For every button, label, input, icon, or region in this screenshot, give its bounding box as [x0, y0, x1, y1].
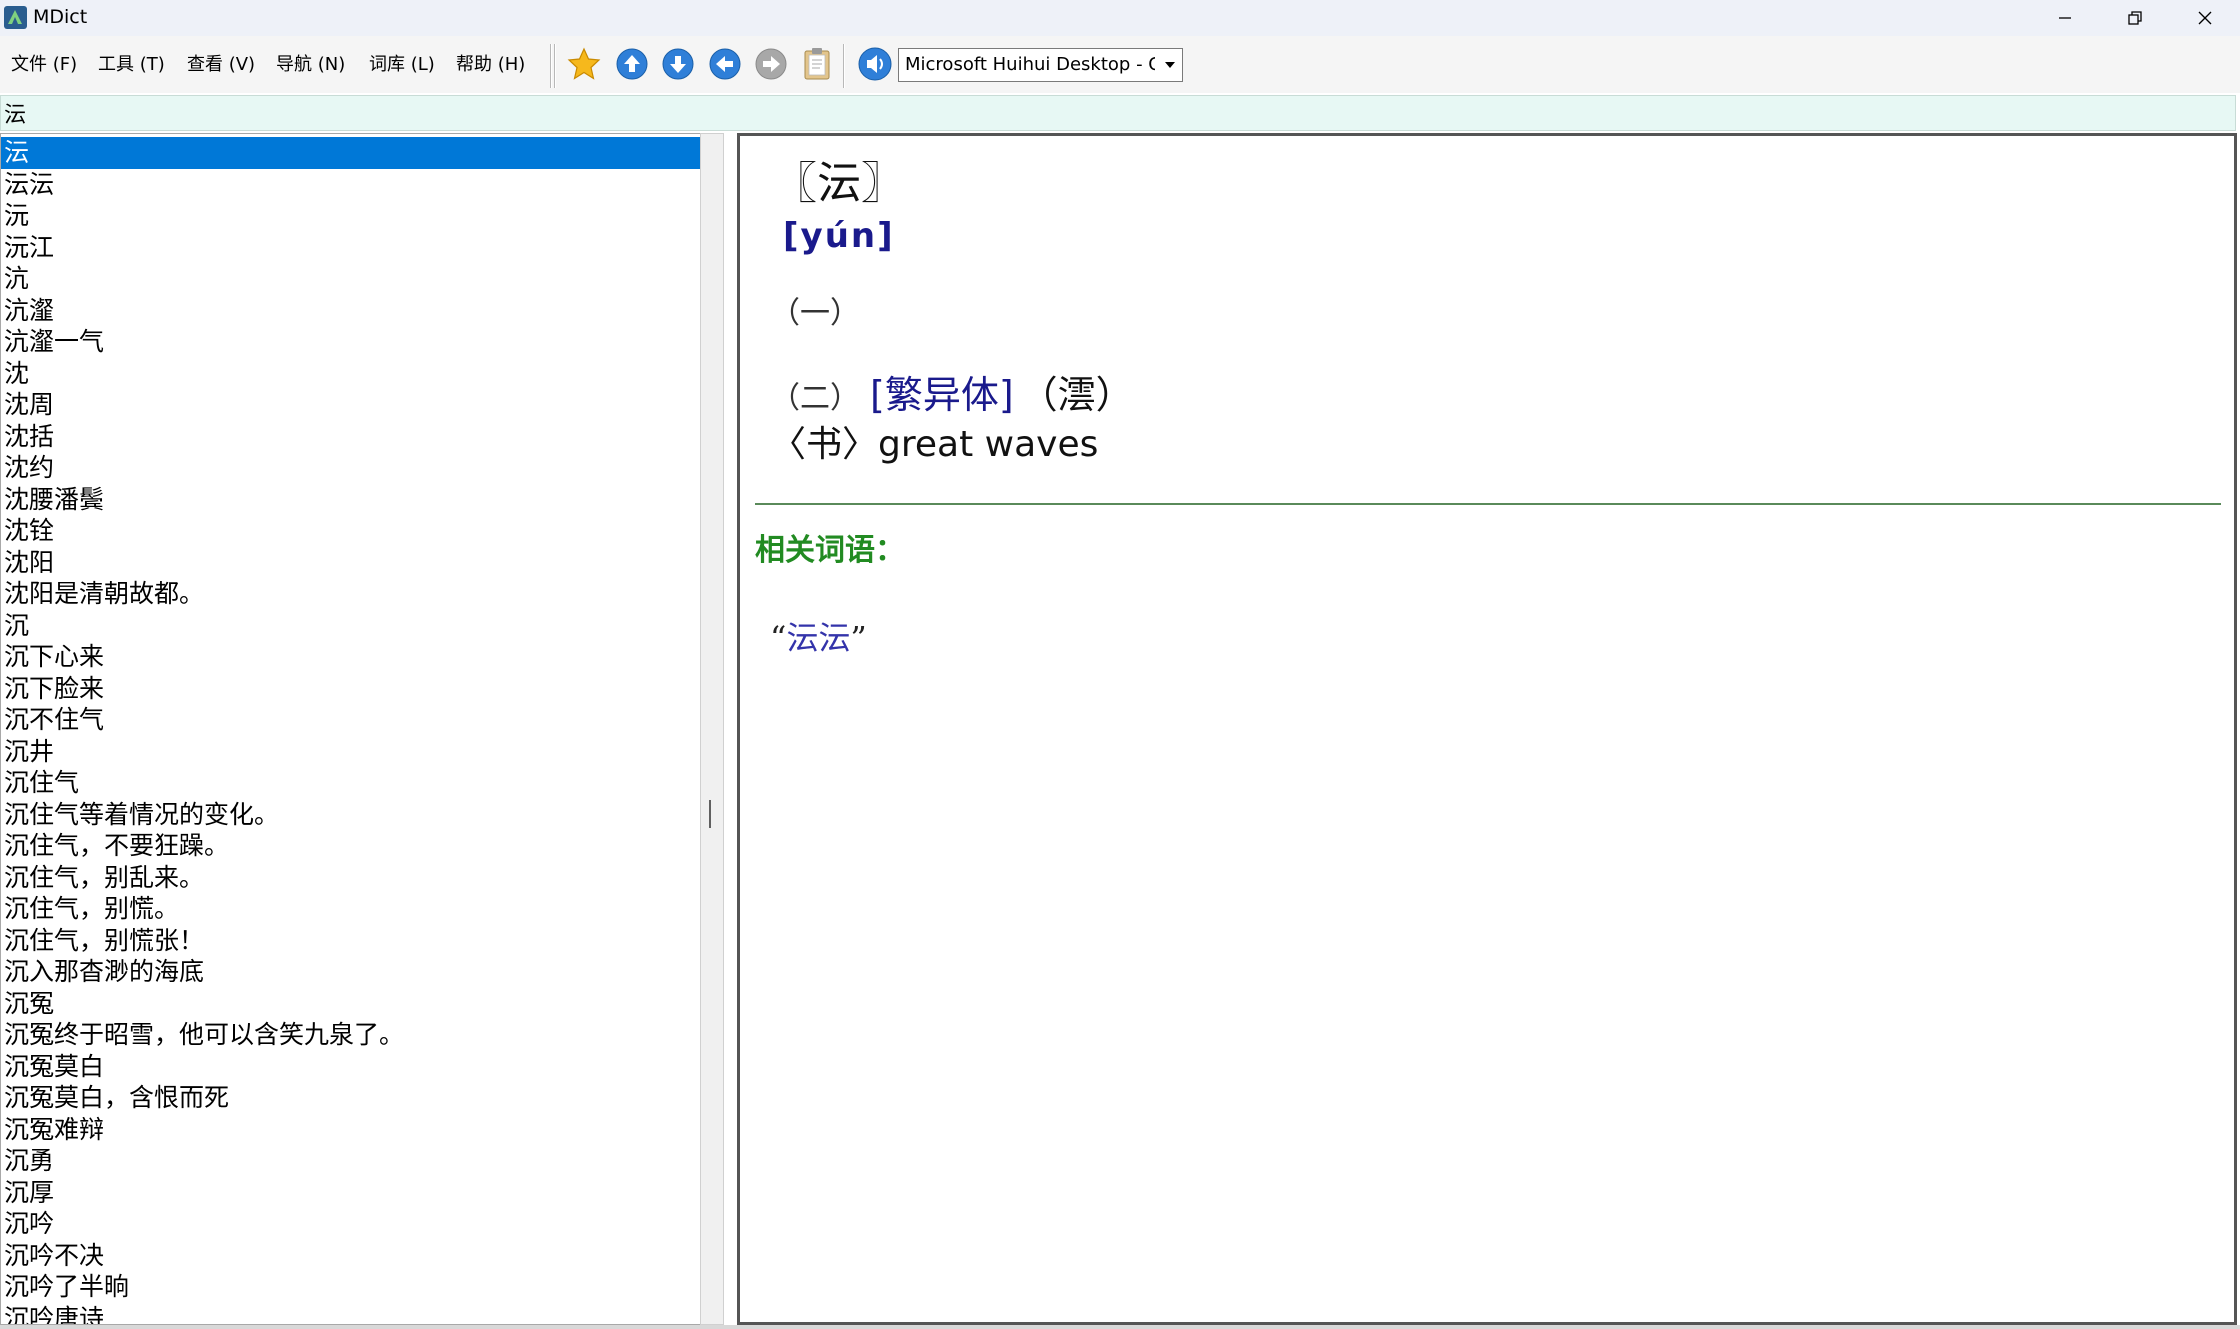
quote-close: ” [850, 619, 867, 657]
restore-icon [2128, 11, 2142, 25]
word-list-item[interactable]: 沉住气 [1, 767, 701, 799]
word-list-item[interactable]: 沉冤难辩 [1, 1114, 701, 1146]
close-button[interactable] [2170, 0, 2240, 36]
word-list-item[interactable]: 沉住气，别乱来。 [1, 862, 701, 894]
menu-navigate[interactable]: 导航 (N) [276, 53, 345, 77]
word-list-scrollbar[interactable] [700, 133, 724, 1325]
word-list-item[interactable]: 沆 [1, 263, 701, 295]
mdict-app-icon [3, 5, 28, 30]
toolbar: 文件 (F) 工具 (T) 查看 (V) 导航 (N) 词库 (L) 帮助 (H… [0, 36, 2240, 93]
clipboard-button[interactable] [797, 44, 837, 84]
word-list-item[interactable]: 沉入那杳渺的海底 [1, 956, 701, 988]
word-list[interactable]: 沄沄沄沅沅江沆沆瀣 沆瀣一气沈沈周 沈括 沈约 沈腰潘鬓 沈铨 沈阳 沈阳是清朝故都。沉沉下心… [0, 133, 704, 1325]
related-word-link[interactable]: 沄沄 [786, 619, 850, 657]
word-list-item[interactable]: 沉吟不决 [1, 1240, 701, 1272]
toolbar-separator [550, 44, 552, 88]
speaker-icon [858, 47, 892, 81]
word-list-item[interactable]: 沉住气，别慌。 [1, 893, 701, 925]
word-list-item[interactable]: 沅江 [1, 232, 701, 264]
word-list-item[interactable]: 沈约 [1, 452, 701, 484]
dropdown-arrow-icon [1165, 62, 1175, 68]
definition-sense-1: （一） [770, 296, 860, 331]
close-icon [2198, 11, 2212, 25]
definition-pinyin: [yún] [783, 216, 895, 256]
toolbar-separator [554, 44, 556, 88]
pane-splitter[interactable] [709, 800, 713, 828]
word-list-item[interactable]: 沈阳是清朝故都。 [1, 578, 701, 610]
word-list-item[interactable]: 沆瀣一气 [1, 326, 701, 358]
menu-view[interactable]: 查看 (V) [187, 53, 255, 77]
voice-select[interactable]: Microsoft Huihui Desktop - C [898, 48, 1183, 82]
clipboard-icon [804, 48, 830, 80]
word-list-item[interactable]: 沈 [1, 358, 701, 390]
sense-number: （二） [770, 381, 860, 416]
quote-open: “ [770, 619, 787, 657]
word-list-item[interactable]: 沉不住气 [1, 704, 701, 736]
word-list-item[interactable]: 沉冤莫白 [1, 1051, 701, 1083]
arrow-up-icon [616, 48, 648, 80]
definition-pane: 〖沄〗 [yún] （一） （二） [繁异体] （澐） 〈书〉great waves… [737, 133, 2237, 1325]
search-input[interactable] [0, 95, 2236, 131]
window-title: MDict [33, 6, 88, 28]
speak-button[interactable] [855, 44, 895, 84]
word-list-item[interactable]: 沉勇 [1, 1145, 701, 1177]
word-list-item[interactable]: 沉 [1, 610, 701, 642]
word-list-item[interactable]: 沉住气，不要狂躁。 [1, 830, 701, 862]
word-list-item[interactable]: 沅 [1, 200, 701, 232]
toolbar-separator [843, 44, 845, 88]
word-list-item[interactable]: 沈腰潘鬓 [1, 484, 701, 516]
word-list-item[interactable]: 沉冤终于昭雪，他可以含笑九泉了。 [1, 1019, 701, 1051]
word-list-item[interactable]: 沉吟唐诗 [1, 1303, 701, 1325]
voice-select-arrow[interactable] [1159, 50, 1181, 80]
definition-divider [755, 503, 2221, 505]
favorite-button[interactable] [564, 44, 604, 84]
arrow-down-icon [662, 48, 694, 80]
gloss-text: great waves [878, 424, 1099, 465]
definition-headword: 〖沄〗 [773, 158, 905, 209]
word-list-item[interactable]: 沈铨 [1, 515, 701, 547]
related-words-title: 相关词语： [755, 533, 905, 568]
word-list-item[interactable]: 沉吟 [1, 1208, 701, 1240]
word-list-item[interactable]: 沉冤 [1, 988, 701, 1020]
word-list-item[interactable]: 沉冤莫白，含恨而死 [1, 1082, 701, 1114]
word-list-item[interactable]: 沄沄 [1, 169, 701, 201]
forward-button[interactable] [751, 44, 791, 84]
arrow-right-icon [755, 48, 787, 80]
definition-gloss: 〈书〉great waves [770, 422, 1098, 468]
register-tag: 〈书〉 [770, 424, 879, 465]
word-list-items: 沄沄沄沅沅江沆沆瀣 沆瀣一气沈沈周 沈括 沈约 沈腰潘鬓 沈铨 沈阳 沈阳是清朝故都。沉沉下心… [1, 137, 701, 1325]
menu-file[interactable]: 文件 (F) [11, 53, 77, 77]
word-list-item[interactable]: 沉下心来 [1, 641, 701, 673]
minimize-icon [2059, 17, 2071, 19]
minimize-button[interactable] [2030, 0, 2100, 36]
menu-help[interactable]: 帮助 (H) [456, 53, 525, 77]
back-button[interactable] [705, 44, 745, 84]
menu-library[interactable]: 词库 (L) [369, 53, 435, 77]
title-bar: MDict [0, 0, 2240, 36]
word-list-item[interactable]: 沆瀣 [1, 295, 701, 327]
word-list-item[interactable]: 沉住气等着情况的变化。 [1, 799, 701, 831]
next-entry-button[interactable] [658, 44, 698, 84]
word-list-item[interactable]: 沉厚 [1, 1177, 701, 1209]
star-icon [567, 47, 601, 80]
word-list-item[interactable]: 沉吟了半晌 [1, 1271, 701, 1303]
variant-character: （澐） [1019, 373, 1134, 417]
restore-button[interactable] [2100, 0, 2170, 36]
related-word-item: “沄沄” [770, 616, 867, 660]
word-list-item[interactable]: 沈周 [1, 389, 701, 421]
arrow-left-icon [709, 48, 741, 80]
menu-tools[interactable]: 工具 (T) [98, 53, 165, 77]
word-list-item[interactable]: 沉下脸来 [1, 673, 701, 705]
variant-label: [繁异体] [870, 373, 1014, 417]
word-list-item[interactable]: 沉住气，别慌张！ [1, 925, 701, 957]
word-list-item[interactable]: 沉井 [1, 736, 701, 768]
definition-sense-2: （二） [繁异体] （澐） [770, 374, 1134, 420]
previous-entry-button[interactable] [612, 44, 652, 84]
window-bottom-edge [0, 1325, 2240, 1329]
word-list-item[interactable]: 沈阳 [1, 547, 701, 579]
voice-select-value: Microsoft Huihui Desktop - C [905, 54, 1155, 75]
word-list-item[interactable]: 沈括 [1, 421, 701, 453]
word-list-item[interactable]: 沄 [1, 137, 701, 169]
